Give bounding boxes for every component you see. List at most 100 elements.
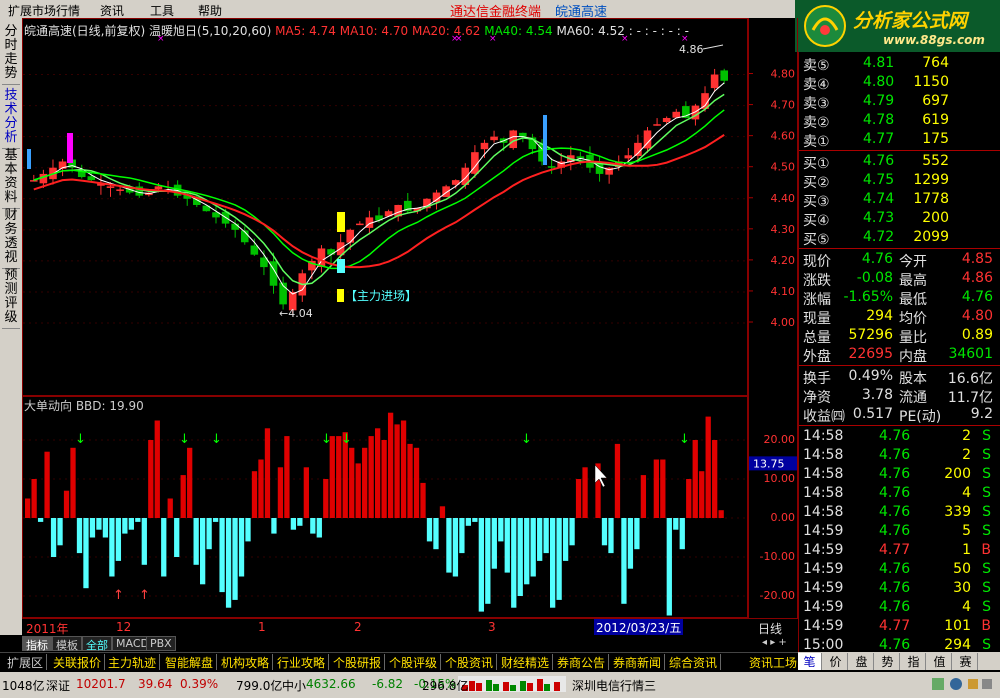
x-label-mar: 3: [488, 620, 496, 634]
bbd-axis-label: -20.00: [760, 589, 795, 602]
toolbar-general[interactable]: 综合资讯: [666, 654, 722, 670]
toolbar-broker-notice[interactable]: 券商公告: [554, 654, 610, 670]
tab-technical[interactable]: 技术分析: [2, 86, 20, 149]
status-sz-amount: 799.0亿: [236, 679, 283, 693]
tab-race[interactable]: 赛: [954, 653, 978, 670]
toolbar-related[interactable]: 关联报价: [50, 654, 106, 670]
menu-market[interactable]: 扩展市场行情: [8, 2, 80, 19]
toolbar-news[interactable]: 个股资讯: [442, 654, 498, 670]
price-chart-svg: 4.86←4.04【主力进场】× ×× × × ×: [23, 34, 747, 324]
bbd-bar: [154, 420, 160, 518]
bid-row[interactable]: 买② 4.75 1299: [803, 171, 997, 191]
toolbar-inst[interactable]: 机构攻略: [218, 654, 274, 670]
tick-flag: S: [982, 466, 991, 482]
bbd-bar: [200, 518, 206, 585]
buy-arrow-icon: ↓: [341, 432, 352, 447]
price-chart[interactable]: 4.86 ←4.04 【主力进场】 × × × × × ×: [22, 18, 748, 396]
toolbar-broker-news[interactable]: 券商新闻: [610, 654, 666, 670]
tab-trend[interactable]: 势: [876, 653, 900, 670]
bid-row[interactable]: 买④ 4.73 200: [803, 209, 997, 229]
bbd-bar: [394, 424, 400, 518]
stat-value: 4.76: [861, 251, 893, 267]
status-icons[interactable]: [930, 675, 996, 696]
stat-value-2: 0.89: [961, 327, 993, 343]
bbd-bar: [686, 479, 692, 518]
tab-book[interactable]: 盘: [850, 653, 874, 670]
tick-volume: 339: [944, 504, 971, 520]
bbd-bar: [368, 436, 374, 518]
bbd-bar: [271, 518, 277, 534]
tab-rating[interactable]: 预测评级: [2, 266, 20, 329]
tab-all[interactable]: 全部: [82, 636, 112, 652]
bid-volume: 1778: [913, 191, 949, 207]
tick-flag: S: [982, 485, 991, 501]
ask-row[interactable]: 卖③ 4.79 697: [803, 92, 997, 112]
toolbar-industry[interactable]: 行业攻略: [274, 654, 330, 670]
ask-row[interactable]: 卖① 4.77 175: [803, 130, 997, 150]
tab-intraday[interactable]: 分时走势: [2, 22, 20, 85]
tick-time: 14:59: [803, 523, 844, 539]
tab-ticks[interactable]: 笔: [798, 653, 822, 670]
buy-arrow-icon: ↓: [75, 432, 86, 447]
tick-time: 14:59: [803, 599, 844, 615]
tab-template[interactable]: 模板: [52, 636, 82, 652]
tick-volume: 101: [944, 618, 971, 634]
toolbar-factory[interactable]: 资讯工场: [746, 654, 802, 670]
bbd-bar: [141, 518, 147, 565]
ask-row[interactable]: 卖⑤ 4.81 764: [803, 54, 997, 74]
tick-row: 14:58 4.76 200 S: [803, 465, 997, 484]
bid-volume: 552: [922, 153, 949, 169]
tab-value[interactable]: 值: [928, 653, 952, 670]
tab-index[interactable]: 指: [902, 653, 926, 670]
toolbar-research[interactable]: 个股研报: [330, 654, 386, 670]
menu-tools[interactable]: 工具: [150, 2, 174, 19]
zoom-controls[interactable]: ◂ ▸ +: [762, 637, 796, 648]
toolbar-selected[interactable]: 财经精选: [498, 654, 554, 670]
bbd-bar: [193, 518, 199, 565]
bbd-bar: [310, 518, 316, 534]
stat-label: 现价: [803, 254, 831, 270]
toolbar-ext-area[interactable]: 扩展区: [4, 654, 48, 670]
menu-help[interactable]: 帮助: [198, 2, 222, 19]
toolbar-mainforce[interactable]: 主力轨迹: [105, 654, 161, 670]
toolbar-rating[interactable]: 个股评级: [386, 654, 442, 670]
bbd-bar: [524, 518, 530, 585]
candle: [662, 118, 671, 123]
bbd-indicator-chart[interactable]: ↓ ↓ ↓ ↓ ↓ ↓ ↓ ↑ ↑: [22, 396, 748, 618]
tick-price: 4.76: [879, 523, 911, 539]
bid-row[interactable]: 买③ 4.74 1778: [803, 190, 997, 210]
tick-volume: 4: [962, 599, 971, 615]
status-bar: 1048亿 深证 10201.7 39.64 0.39% 799.0亿 中小 4…: [0, 672, 1000, 698]
tab-price[interactable]: 价: [824, 653, 848, 670]
tick-flag: S: [982, 523, 991, 539]
candle: [356, 223, 364, 226]
fund-row: 收益㈣ 0.517 PE(动) 9.2: [803, 405, 997, 425]
chart-indicator-title: 温暖旭日(5,10,20,60): [149, 24, 272, 38]
ma10-label: MA10: 4.70: [339, 24, 409, 38]
bbd-bar: [375, 428, 381, 518]
bbd-bar: [31, 479, 37, 518]
buy-arrow-icon: ↓: [321, 432, 332, 447]
menu-info[interactable]: 资讯: [100, 2, 124, 19]
bid-row[interactable]: 买① 4.76 552: [803, 152, 997, 172]
stat-value-2: 4.86: [961, 270, 993, 286]
tab-financial[interactable]: 财务透视: [2, 206, 20, 269]
ask-row[interactable]: 卖④ 4.80 1150: [803, 73, 997, 93]
tick-time: 14:59: [803, 561, 844, 577]
stat-value: 22695: [848, 346, 893, 362]
tab-pbx[interactable]: PBX: [146, 636, 176, 651]
tab-indicator[interactable]: 指标: [22, 636, 52, 652]
tick-volume: 50: [953, 561, 971, 577]
toolbar-analysis[interactable]: 智能解盘: [162, 654, 218, 670]
candle: [106, 186, 115, 188]
ask-volume: 764: [922, 55, 949, 71]
indicator-tabs: 指标 模板 全部 MACD PBX ◂ ▸ +: [22, 635, 798, 652]
stat-value: 294: [866, 308, 893, 324]
tab-fundamental[interactable]: 基本资料: [2, 146, 20, 209]
bbd-bar: [232, 518, 238, 600]
bbd-bar: [336, 436, 342, 518]
ask-row[interactable]: 卖② 4.78 619: [803, 111, 997, 131]
bid-row[interactable]: 买⑤ 4.72 2099: [803, 228, 997, 248]
bbd-bar: [614, 443, 621, 518]
tick-time: 14:58: [803, 447, 844, 463]
